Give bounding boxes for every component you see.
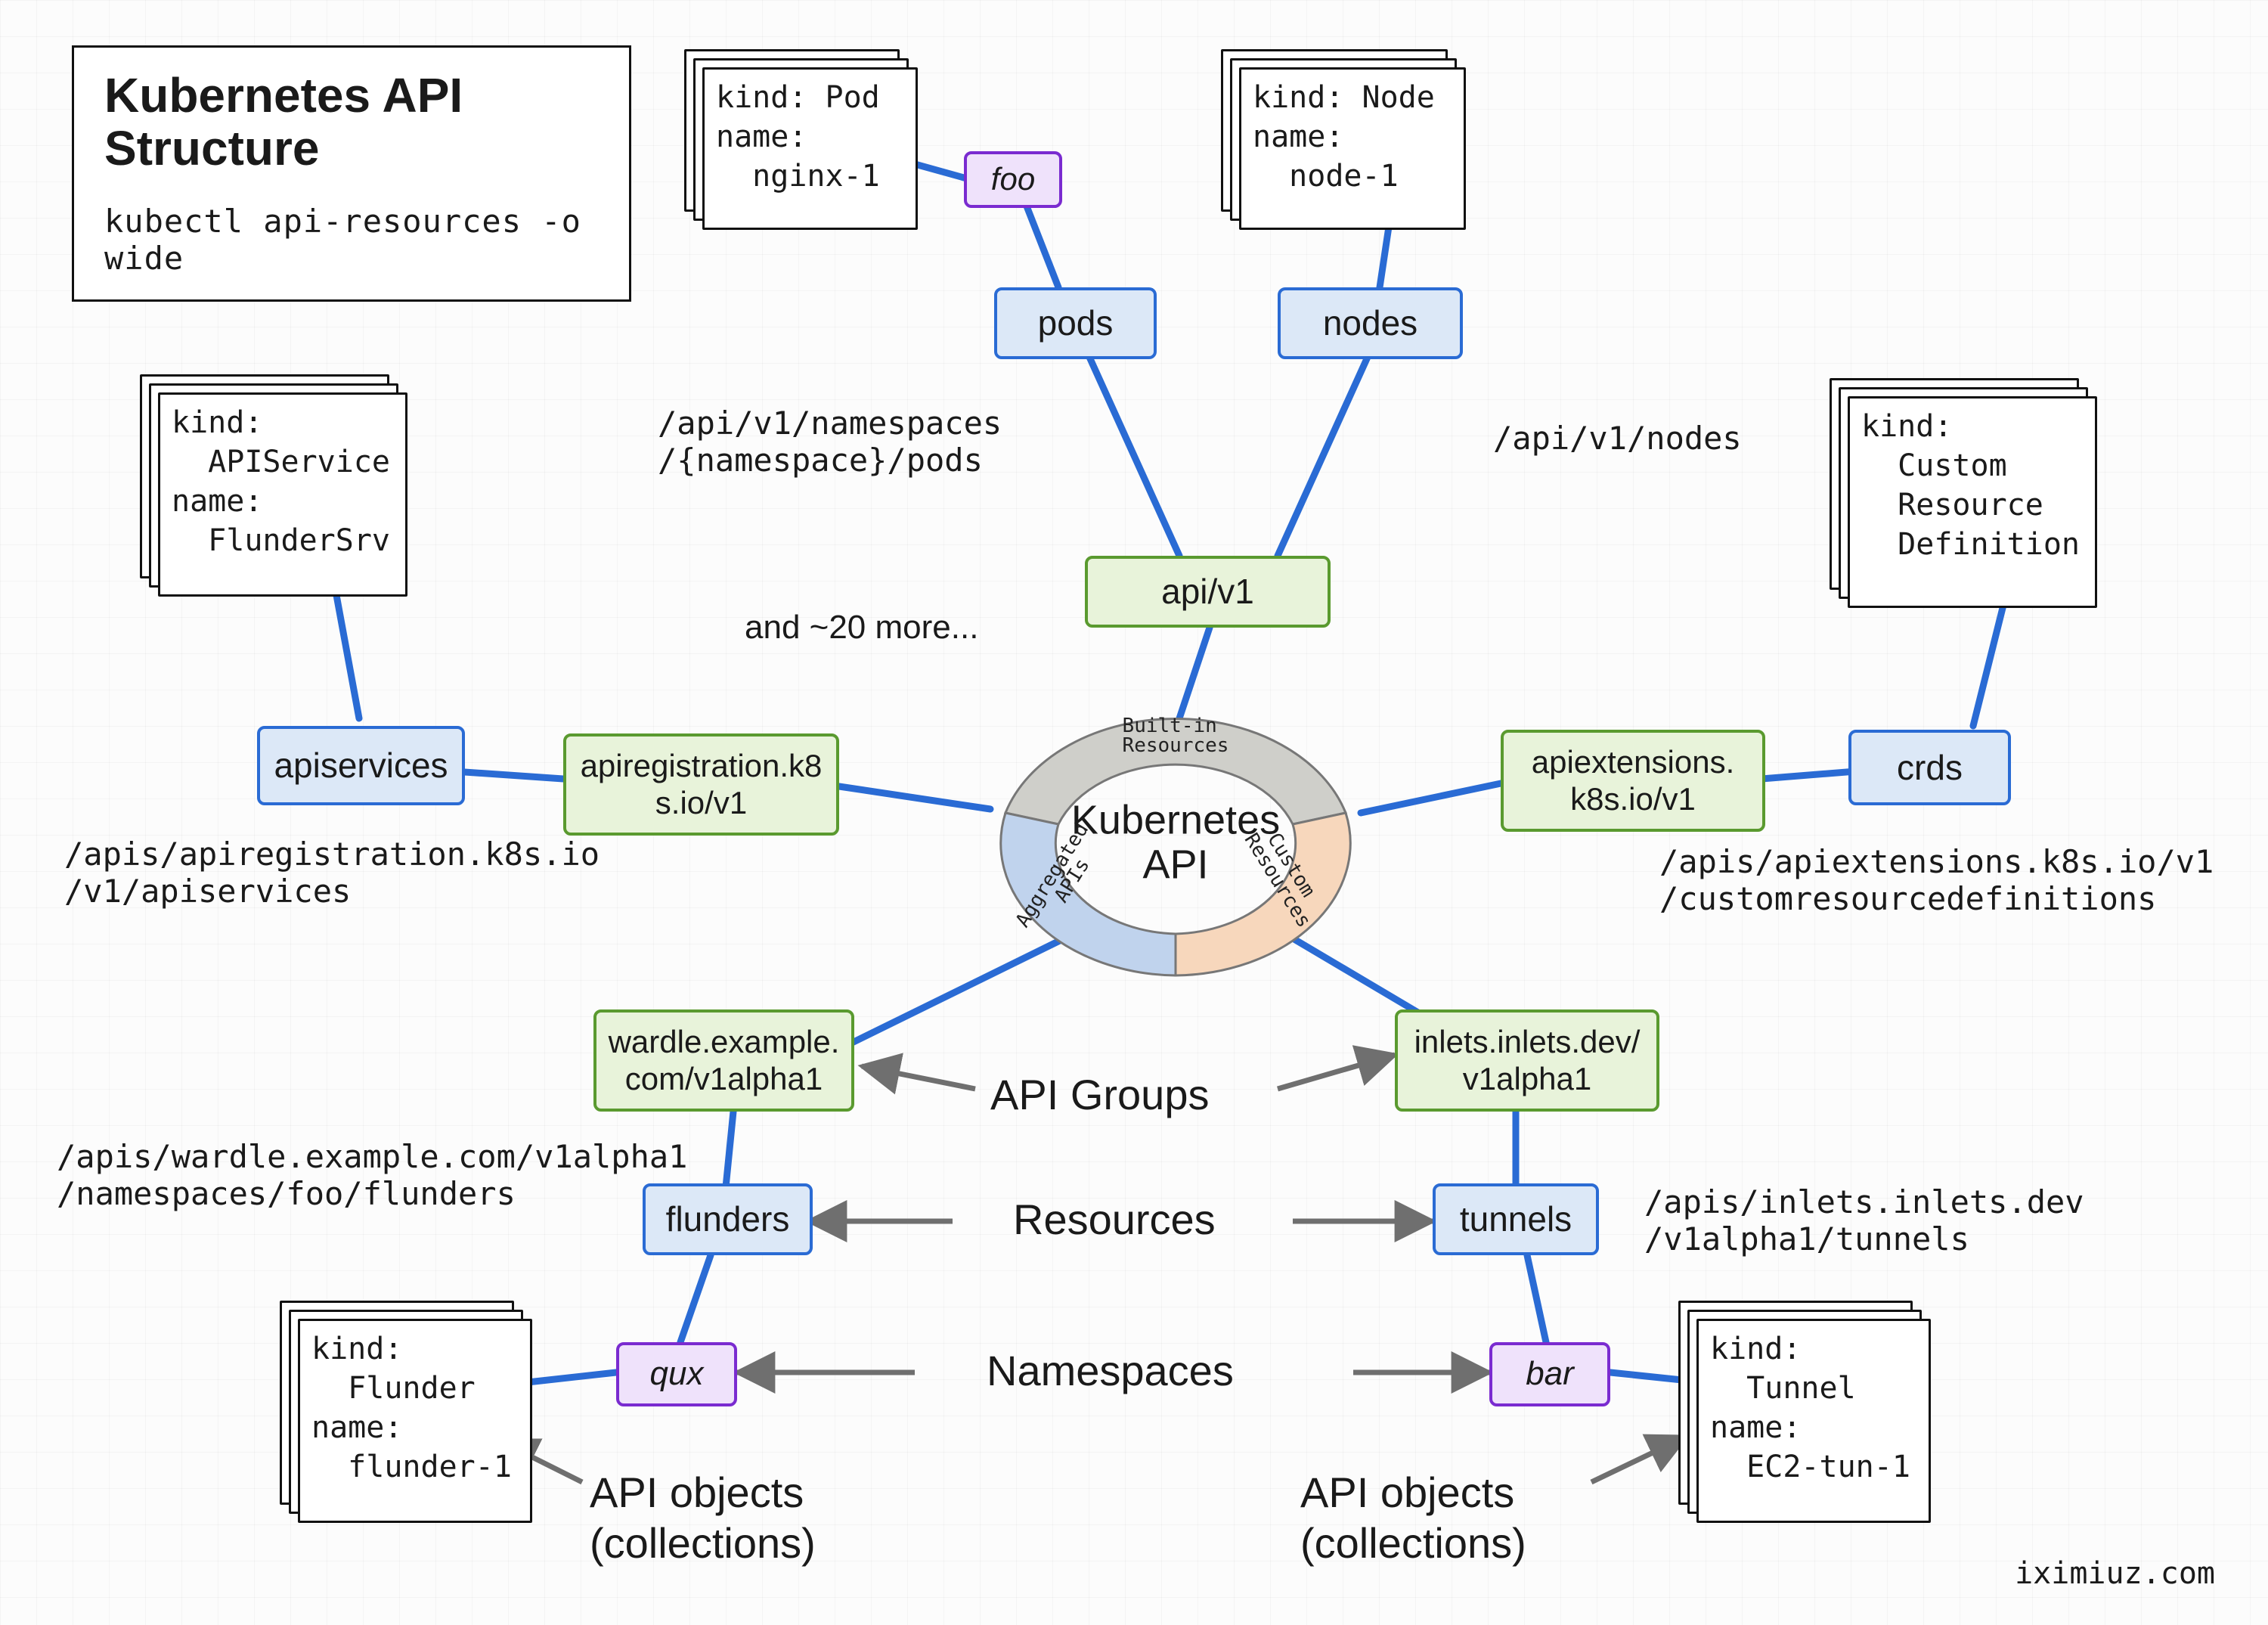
doc-tunnel: kind: Tunnel name: EC2-tun-1	[1678, 1301, 1913, 1505]
doc-pod-text: kind: Pod name: nginx-1	[702, 67, 894, 206]
resource-apiservices: apiservices	[257, 726, 465, 805]
resource-pods: pods	[994, 287, 1157, 359]
credit: iximiuz.com	[2015, 1556, 2215, 1591]
note-and-more: and ~20 more...	[745, 609, 978, 647]
doc-crd: kind: Custom Resource Definition	[1830, 378, 2079, 590]
doc-node-text: kind: Node name: node-1	[1239, 67, 1448, 206]
api-group-api-v1: api/v1	[1085, 556, 1331, 628]
label-resources: Resources	[1013, 1195, 1216, 1244]
api-group-apiextensions: apiextensions. k8s.io/v1	[1501, 730, 1765, 832]
path-tunnels: /apis/inlets.inlets.dev /v1alpha1/tunnel…	[1644, 1183, 2084, 1258]
path-apiservices: /apis/apiregistration.k8s.io /v1/apiserv…	[64, 836, 600, 910]
label-api-groups: API Groups	[990, 1070, 1209, 1119]
resource-tunnels: tunnels	[1433, 1183, 1599, 1255]
doc-node: kind: Node name: node-1	[1221, 49, 1448, 212]
resource-nodes: nodes	[1278, 287, 1463, 359]
doc-apiservice: kind: APIService name: FlunderSrv	[140, 374, 389, 578]
label-api-objects-left: API objects (collections)	[590, 1467, 816, 1568]
label-namespaces: Namespaces	[987, 1346, 1234, 1395]
api-group-apiregistration: apiregistration.k8 s.io/v1	[563, 733, 839, 836]
path-pods: /api/v1/namespaces /{namespace}/pods	[658, 405, 1002, 479]
label-api-objects-right: API objects (collections)	[1300, 1467, 1526, 1568]
donut-seg-builtin-2: Resources	[1123, 734, 1229, 757]
svg-text:Built-in Resources: Built-in Resources	[1123, 715, 1229, 757]
doc-pod: kind: Pod name: nginx-1	[684, 49, 900, 212]
resource-crds: crds	[1848, 730, 2011, 805]
title-command: kubectl api-resources -o wide	[104, 203, 599, 277]
title-heading: Kubernetes API Structure	[104, 69, 599, 175]
path-crds: /apis/apiextensions.k8s.io/v1 /customres…	[1659, 843, 2214, 917]
doc-tunnel-text: kind: Tunnel name: EC2-tun-1	[1696, 1319, 1924, 1497]
path-flunders: /apis/wardle.example.com/v1alpha1 /names…	[57, 1138, 687, 1212]
path-nodes: /api/v1/nodes	[1493, 420, 1742, 457]
doc-apiservice-text: kind: APIService name: FlunderSrv	[158, 392, 404, 571]
namespace-foo: foo	[964, 151, 1062, 208]
api-group-inlets: inlets.inlets.dev/ v1alpha1	[1395, 1009, 1659, 1112]
doc-flunder-text: kind: Flunder name: flunder-1	[298, 1319, 525, 1497]
donut-center-label: Kubernetes API	[1071, 799, 1280, 888]
donut-chart: Built-in Resources Custom Resources Aggr…	[971, 696, 1380, 991]
title-card: Kubernetes API Structure kubectl api-res…	[72, 45, 631, 302]
namespace-bar: bar	[1489, 1342, 1610, 1406]
doc-crd-text: kind: Custom Resource Definition	[1848, 396, 2093, 575]
api-group-wardle: wardle.example. com/v1alpha1	[593, 1009, 854, 1112]
doc-flunder: kind: Flunder name: flunder-1	[280, 1301, 514, 1505]
namespace-qux: qux	[616, 1342, 737, 1406]
